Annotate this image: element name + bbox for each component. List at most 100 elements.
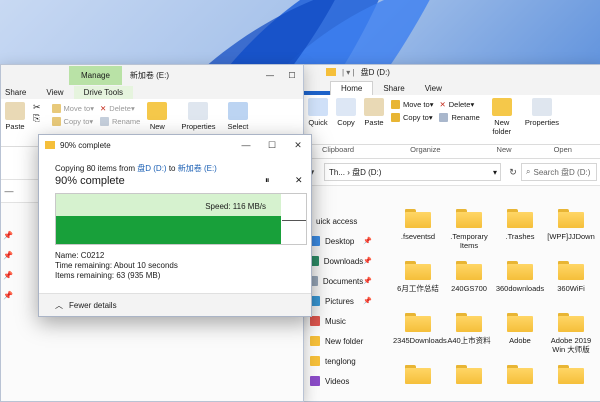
folder-icon: [507, 209, 533, 228]
folder-item[interactable]: 240GS700: [444, 255, 494, 307]
folder-icon: [456, 365, 482, 384]
tab-view[interactable]: View: [415, 82, 452, 95]
properties-icon: [531, 98, 552, 116]
folder-item[interactable]: 6月工作总结: [393, 255, 443, 307]
search-input[interactable]: ⌕ Search 盘D (D:): [521, 163, 597, 181]
folder-icon: [310, 336, 320, 346]
cut-icon[interactable]: ✂: [33, 102, 41, 113]
select-all-icon: [227, 102, 248, 120]
sidebar-item-tenglong[interactable]: tenglong: [304, 351, 376, 371]
pin-icon: 📌: [363, 258, 372, 265]
search-icon: ⌕: [526, 167, 531, 176]
videos-icon: [310, 376, 320, 386]
folder-name: .Temporary Items: [450, 232, 488, 250]
destination-link[interactable]: 新加卷 (E:): [178, 164, 217, 173]
maximize-icon[interactable]: ☐: [281, 71, 303, 80]
dialog-title-bar: 90% complete — ☐ ✕: [39, 135, 311, 155]
minimize-icon[interactable]: —: [233, 140, 259, 151]
properties-button[interactable]: Properties: [177, 102, 219, 131]
file-grid: .fseventsd .Temporary Items .Trashes [WPF]J…: [393, 203, 596, 401]
folder-icon: [507, 313, 533, 332]
move-icon: [51, 104, 61, 113]
new-folder-button[interactable]: New folder: [483, 98, 521, 136]
window-title: 盘D (D:): [360, 67, 390, 77]
chevron-down-icon[interactable]: ▾: [493, 168, 500, 177]
copy-icon: [45, 141, 55, 149]
tab-share[interactable]: Share: [373, 82, 414, 95]
quick-access-toolbar[interactable]: | ▾ |: [342, 68, 355, 77]
progress-headline: 90% complete: [55, 175, 125, 187]
ribbon-tabs: Share View Drive Tools: [1, 85, 303, 99]
rename-button[interactable]: Rename: [436, 111, 482, 124]
move-to-button[interactable]: Move to ▾: [49, 102, 97, 115]
sidebar-item-new-folder[interactable]: New folder: [304, 331, 376, 351]
tab-view[interactable]: View: [36, 86, 73, 99]
sidebar-item-desktop[interactable]: Desktop 📌: [304, 231, 376, 251]
folder-icon: [405, 365, 431, 384]
folder-item[interactable]: [546, 359, 596, 401]
folder-name: 360WiFi: [557, 284, 585, 293]
sidebar-item-quick-access[interactable]: uick access: [304, 211, 376, 231]
folder-item[interactable]: [495, 359, 545, 401]
copy-button[interactable]: Copy: [332, 98, 360, 127]
delete-button[interactable]: ✕ Delete ▾: [436, 98, 482, 111]
pin-quick-access-button[interactable]: Quick: [304, 98, 332, 127]
details-panel: Name: C0212 Time remaining: About 10 sec…: [55, 251, 178, 281]
paste-icon: [364, 98, 384, 116]
tab-drive-tools[interactable]: Drive Tools: [73, 86, 133, 99]
folder-item[interactable]: [WPF]JJDown: [546, 203, 596, 255]
maximize-icon[interactable]: ☐: [259, 140, 285, 151]
delete-icon: ✕: [100, 104, 107, 113]
minimize-icon[interactable]: —: [259, 71, 281, 80]
title-bar: Manage 新加卷 (E:) — ☐: [1, 65, 303, 85]
folder-item[interactable]: 360downloads: [495, 255, 545, 307]
music-icon: [310, 316, 320, 326]
file-tab[interactable]: [304, 91, 330, 95]
sidebar-item-downloads[interactable]: Downloads 📌: [304, 251, 376, 271]
pin-icon: [308, 98, 328, 116]
paste-button[interactable]: Paste: [1, 102, 29, 131]
select-button[interactable]: Select: [224, 102, 253, 131]
folder-item[interactable]: [444, 359, 494, 401]
fewer-details-button[interactable]: ︿ Fewer details: [55, 300, 117, 311]
sidebar-item-pictures[interactable]: Pictures 📌: [304, 291, 376, 311]
folder-icon: [326, 68, 336, 76]
folder-item[interactable]: .Trashes: [495, 203, 545, 255]
copy-to-button[interactable]: Copy to ▾: [49, 115, 97, 128]
breadcrumb[interactable]: Th... › 盘D (D:) ▾: [324, 163, 501, 181]
folder-item[interactable]: .fseventsd: [393, 203, 443, 255]
move-to-button[interactable]: Move to ▾: [388, 98, 436, 111]
folder-item[interactable]: 360WiFi: [546, 255, 596, 307]
pause-button[interactable]: ⏸: [265, 175, 270, 186]
sidebar-item-documents[interactable]: Documents 📌: [304, 271, 376, 291]
ribbon: Quick Copy Paste Move to ▾ Copy to ▾ ✕ De…: [304, 95, 600, 145]
manage-contextual-tab[interactable]: Manage: [69, 65, 122, 85]
folder-item[interactable]: 2345Downloads: [393, 307, 447, 359]
tab-home[interactable]: Home: [330, 81, 374, 95]
copy-icon: [336, 98, 356, 116]
new-folder-button[interactable]: New: [143, 102, 171, 131]
rename-button[interactable]: Rename: [97, 115, 143, 128]
folder-item[interactable]: A40上市资料: [444, 307, 494, 359]
folder-name: 240GS700: [451, 284, 487, 293]
folder-item[interactable]: Adobe 2019 Win 大师版: [546, 307, 596, 359]
dialog-title: 90% complete: [60, 140, 111, 150]
source-link[interactable]: 盘D (D:): [137, 164, 166, 173]
refresh-icon[interactable]: ↻: [505, 167, 521, 178]
paste-button[interactable]: Paste: [360, 98, 388, 127]
cancel-button[interactable]: ✕: [295, 175, 303, 186]
folder-icon: [507, 365, 533, 384]
delete-button[interactable]: ✕ Delete ▾: [97, 102, 143, 115]
folder-item[interactable]: [393, 359, 443, 401]
sidebar-item-videos[interactable]: Videos: [304, 371, 376, 391]
close-icon[interactable]: ✕: [285, 140, 311, 151]
sidebar-item-music[interactable]: Music: [304, 311, 376, 331]
speed-label: Speed: 116 MB/s: [205, 202, 266, 211]
back-icon[interactable]: —: [1, 186, 17, 196]
copy-path-icon[interactable]: ⎘: [33, 113, 41, 124]
copy-to-button[interactable]: Copy to ▾: [388, 111, 436, 124]
tab-share[interactable]: Share: [1, 86, 36, 99]
folder-item[interactable]: .Temporary Items: [444, 203, 494, 255]
folder-item[interactable]: Adobe: [495, 307, 545, 359]
properties-button[interactable]: Properties: [521, 98, 563, 127]
